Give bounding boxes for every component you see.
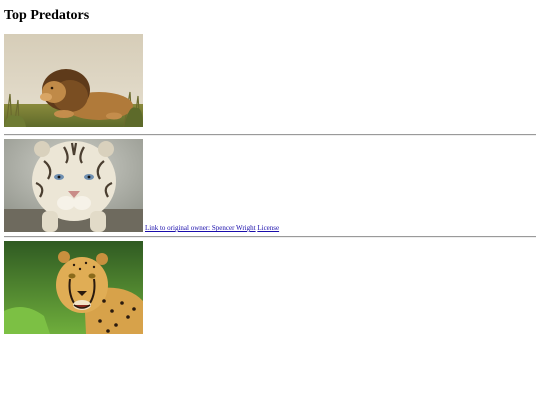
license-link[interactable]: License	[257, 224, 279, 232]
white-tiger-photo	[4, 139, 143, 232]
original-owner-link[interactable]: Link to original owner: Spencer Wright	[145, 224, 256, 232]
lion-photo	[4, 34, 143, 127]
divider	[4, 134, 536, 136]
cheetah-photo	[4, 241, 143, 334]
page-title: Top Predators	[4, 8, 90, 23]
divider	[4, 236, 536, 238]
photo-credits: Link to original owner: Spencer Wright L…	[145, 224, 279, 233]
page: Top Predators Link to original owner: Sp…	[0, 0, 540, 405]
